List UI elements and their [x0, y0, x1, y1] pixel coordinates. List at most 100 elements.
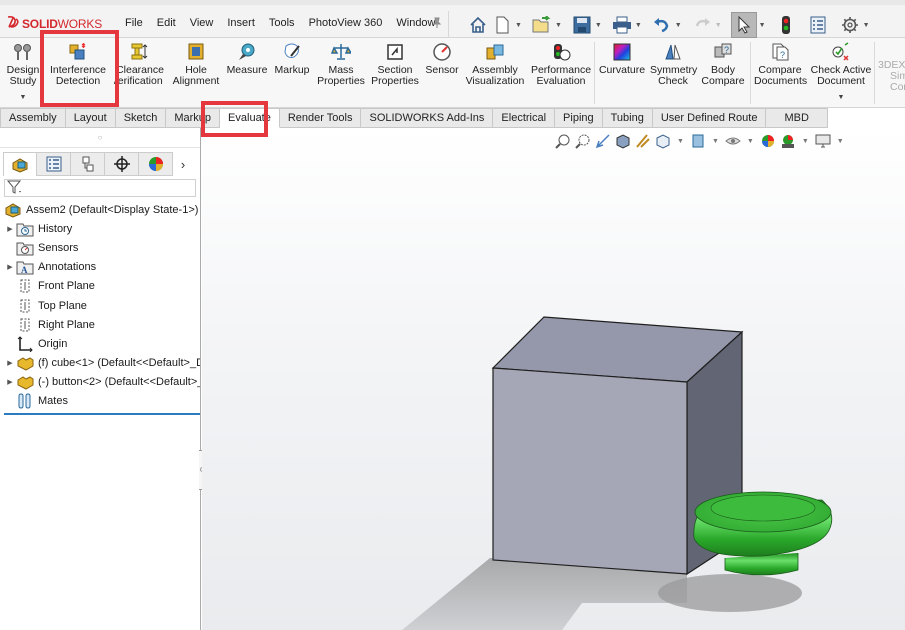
file-properties-icon[interactable] [807, 14, 829, 36]
dynamic-annotation-view-icon[interactable] [633, 132, 653, 150]
expand-arrow-icon[interactable]: ▶ [4, 225, 16, 233]
3dexperience-simulation-button[interactable]: 3DEXP Sim Cor [878, 60, 905, 93]
assembly-visualization-button[interactable]: Assembly Visualization [464, 40, 526, 87]
property-manager-tab[interactable] [37, 152, 71, 176]
hide-show-dropdown-icon[interactable]: ▼ [747, 138, 754, 145]
display-manager-tab[interactable] [139, 152, 173, 176]
menu-tools[interactable]: Tools [269, 17, 295, 29]
graphics-area[interactable] [202, 128, 905, 630]
tree-item[interactable]: ▶ A Annotations [4, 258, 200, 277]
select-dropdown-icon[interactable]: ▼ [759, 22, 766, 29]
body-compare-button[interactable]: ? Body Compare [700, 40, 746, 87]
zoom-to-area-icon[interactable] [573, 132, 593, 150]
sensor-button[interactable]: Sensor [424, 40, 460, 76]
tree-item[interactable]: Mates [4, 392, 200, 411]
options-dropdown-icon[interactable]: ▼ [863, 22, 870, 29]
tab-markup[interactable]: Markup [166, 108, 221, 128]
tree-item[interactable]: ▶ (-) button<2> (Default<<Default>_Displa… [4, 373, 200, 392]
tree-item[interactable]: Front Plane [4, 277, 200, 296]
hide-show-items-icon[interactable] [723, 132, 743, 150]
expand-arrow-icon[interactable]: ▶ [4, 359, 16, 367]
markup-button[interactable]: Markup [272, 40, 312, 76]
tab-evaluate[interactable]: Evaluate [220, 108, 280, 128]
check-active-document-button[interactable]: Check Active Document ▼ [810, 40, 872, 103]
dimxpert-manager-tab[interactable] [105, 152, 139, 176]
save-dropdown-icon[interactable]: ▼ [595, 22, 602, 29]
rebuild-icon[interactable] [775, 14, 797, 36]
menu-edit[interactable]: Edit [157, 17, 176, 29]
tab-assembly[interactable]: Assembly [0, 108, 66, 128]
new-document-icon[interactable] [491, 14, 513, 36]
measure-button[interactable]: Measure [226, 40, 268, 76]
dropdown-arrow-icon[interactable]: ▼ [2, 92, 44, 103]
tab-tubing[interactable]: Tubing [602, 108, 653, 128]
tab-layout[interactable]: Layout [65, 108, 116, 128]
apply-scene-dropdown-icon[interactable]: ▼ [802, 138, 809, 145]
tree-item[interactable]: Right Plane [4, 315, 200, 334]
pin-icon[interactable] [431, 17, 443, 32]
tree-root-assembly[interactable]: Assem2 (Default<Display State-1>) [4, 200, 200, 219]
section-view-icon[interactable] [613, 132, 633, 150]
redo-dropdown-icon[interactable]: ▼ [715, 22, 722, 29]
save-icon[interactable] [571, 14, 593, 36]
undo-dropdown-icon[interactable]: ▼ [675, 22, 682, 29]
mass-properties-button[interactable]: Mass Properties [316, 40, 366, 87]
tree-item[interactable]: Origin [4, 334, 200, 353]
compare-documents-button[interactable]: ? Compare Documents [754, 40, 807, 87]
home-icon[interactable] [467, 14, 489, 36]
edit-appearance-icon[interactable] [758, 132, 778, 150]
panel-grip[interactable]: ○ [0, 128, 200, 148]
view-settings-icon[interactable] [813, 132, 833, 150]
tab-sketch[interactable]: Sketch [115, 108, 167, 128]
curvature-button[interactable]: Curvature [598, 40, 646, 76]
view-orientation-icon[interactable] [653, 132, 673, 150]
tree-item[interactable]: Sensors [4, 238, 200, 257]
dropdown-arrow-icon[interactable]: ▼ [810, 92, 872, 103]
hole-alignment-button[interactable]: Hole Alignment [168, 40, 224, 87]
tree-filter[interactable] [4, 179, 196, 197]
tab-electrical[interactable]: Electrical [493, 108, 556, 128]
undo-icon[interactable] [651, 14, 673, 36]
performance-evaluation-button[interactable]: Performance Evaluation [530, 40, 592, 87]
solidworks-logo[interactable]: SOLID WORKS [6, 15, 102, 32]
open-dropdown-icon[interactable]: ▼ [555, 22, 562, 29]
clearance-verification-button[interactable]: Clearance Verification [114, 40, 166, 87]
tree-item[interactable]: ▶ (f) cube<1> (Default<<Default>_Display … [4, 354, 200, 373]
previous-view-icon[interactable] [593, 132, 613, 150]
view-settings-dropdown-icon[interactable]: ▼ [837, 138, 844, 145]
view-orientation-dropdown-icon[interactable]: ▼ [677, 138, 684, 145]
menu-photoview[interactable]: PhotoView 360 [309, 17, 383, 29]
select-icon[interactable] [730, 12, 757, 38]
interference-detection-button[interactable]: Interference Detection [46, 40, 110, 87]
new-dropdown-icon[interactable]: ▼ [515, 22, 522, 29]
tab-render-tools[interactable]: Render Tools [279, 108, 362, 128]
tree-item[interactable]: ▶ History [4, 219, 200, 238]
tab-piping[interactable]: Piping [555, 108, 603, 128]
feature-manager-tab[interactable] [3, 152, 37, 176]
design-study-button[interactable]: Design Study ▼ [2, 40, 44, 103]
options-icon[interactable] [839, 14, 861, 36]
tree-item[interactable]: Top Plane [4, 296, 200, 315]
expand-arrow-icon[interactable]: ▶ [4, 378, 16, 386]
symmetry-check-button[interactable]: Symmetry Check [650, 40, 697, 87]
chevron-right-icon[interactable]: › [173, 152, 193, 176]
print-dropdown-icon[interactable]: ▼ [635, 22, 642, 29]
configuration-manager-tab[interactable] [71, 152, 105, 176]
apply-scene-icon[interactable] [778, 132, 798, 150]
print-icon[interactable] [611, 14, 633, 36]
open-icon[interactable] [531, 14, 553, 36]
expand-arrow-icon[interactable]: ▶ [4, 263, 16, 271]
redo-icon[interactable] [691, 14, 713, 36]
rollback-bar[interactable] [4, 413, 200, 416]
menu-view[interactable]: View [190, 17, 214, 29]
tab-user-defined-route[interactable]: User Defined Route [652, 108, 767, 128]
tab-solidworks-add-ins[interactable]: SOLIDWORKS Add-Ins [361, 108, 494, 128]
zoom-to-fit-icon[interactable] [553, 132, 573, 150]
menu-file[interactable]: File [125, 17, 143, 29]
tab-mbd[interactable]: MBD [766, 108, 828, 128]
menu-insert[interactable]: Insert [227, 17, 255, 29]
display-style-dropdown-icon[interactable]: ▼ [712, 138, 719, 145]
section-properties-button[interactable]: Section Properties [370, 40, 420, 87]
display-style-icon[interactable] [688, 132, 708, 150]
menu-window[interactable]: Window [396, 17, 435, 29]
